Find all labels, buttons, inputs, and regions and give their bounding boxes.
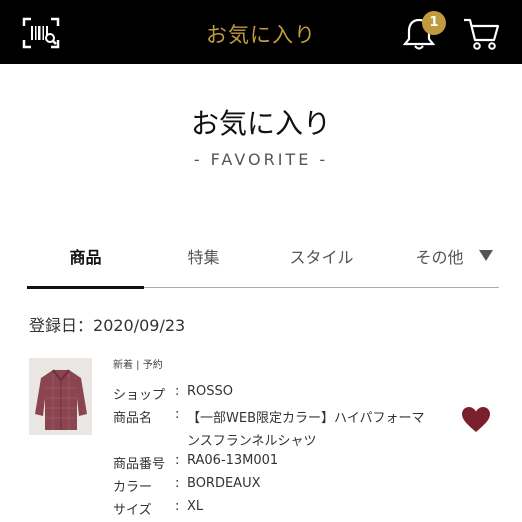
info-label: カラー [113,480,153,495]
info-label: 商品名 [113,411,153,426]
active-tab-indicator [27,286,144,289]
product-name-continued[interactable]: ンスフランネルシャツ [187,430,316,449]
info-label: 商品番号 [113,457,166,472]
product-number: RA06-13M001 [187,453,279,468]
info-label: サイズ [113,503,152,518]
tab-products[interactable]: 商品 [27,244,144,268]
app-header: お気に入り 1 [0,0,522,64]
tab-styles[interactable]: スタイル [263,244,380,268]
info-colon: : [175,476,180,491]
registered-date-label: 登録日： [29,316,94,335]
product-color: BORDEAUX [187,476,261,491]
product-name[interactable]: 【一部WEB限定カラー】ハイパフォーマ [187,407,424,426]
favorite-heart-icon[interactable] [461,406,491,434]
tab-features[interactable]: 特集 [145,244,262,268]
info-label: ショップ [113,388,166,403]
dropdown-arrow-icon[interactable] [479,250,493,261]
category-tabs: 商品 特集 スタイル その他 [27,230,499,289]
info-colon: : [175,384,180,399]
page-subtitle: - FAVORITE - [193,150,329,169]
product-thumbnail[interactable] [29,358,92,435]
info-colon: : [175,453,180,468]
info-colon: : [175,407,180,422]
notification-badge: 1 [422,11,446,35]
registered-date: 登録日：2020/09/23 [29,312,185,336]
cart-icon[interactable] [462,16,500,52]
product-tags: 新着 | 予約 [113,360,163,371]
page-title: お気に入り [190,107,331,140]
shop-name: ROSSO [187,384,234,399]
registered-date-value: 2020/09/23 [93,316,186,335]
product-size: XL [187,499,204,514]
info-colon: : [175,499,180,514]
